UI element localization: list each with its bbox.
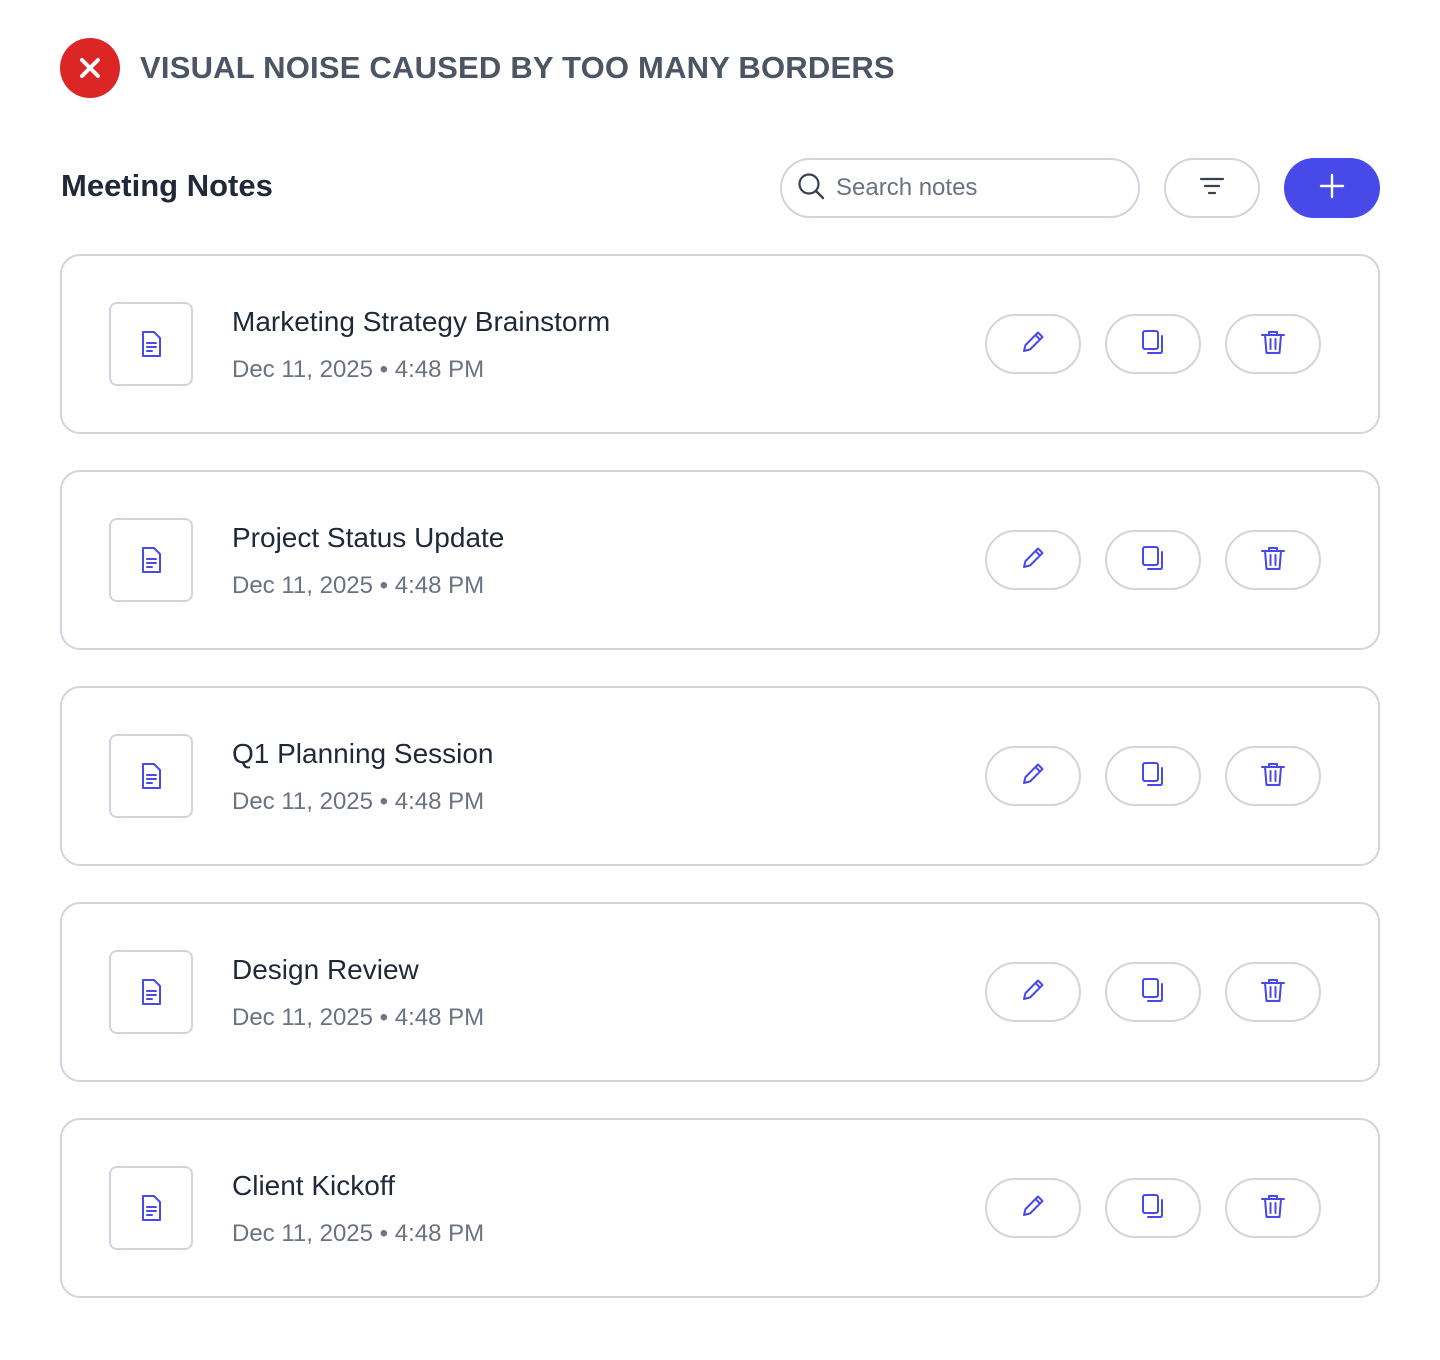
note-timestamp: Dec 11, 2025 • 4:48 PM	[232, 356, 485, 383]
edit-icon	[1018, 1191, 1048, 1226]
document-icon	[109, 302, 193, 386]
search-box[interactable]	[780, 158, 1140, 218]
banner-text: VISUAL NOISE CAUSED BY TOO MANY BORDERS	[140, 50, 895, 85]
copy-icon	[1138, 975, 1168, 1010]
document-icon	[109, 734, 193, 818]
trash-icon	[1258, 975, 1288, 1010]
delete-button[interactable]	[1225, 530, 1321, 590]
edit-icon	[1018, 543, 1048, 578]
page-title: Meeting Notes	[61, 168, 273, 203]
note-timestamp: Dec 11, 2025 • 4:48 PM	[232, 1004, 485, 1031]
note-timestamp: Dec 11, 2025 • 4:48 PM	[232, 1220, 485, 1247]
duplicate-button[interactable]	[1105, 314, 1201, 374]
filter-button[interactable]	[1164, 158, 1260, 218]
document-icon	[109, 518, 193, 602]
note-card[interactable]: Project Status Update Dec 11, 2025 • 4:48…	[60, 470, 1380, 650]
copy-icon	[1138, 327, 1168, 362]
note-title: Marketing Strategy Brainstorm	[232, 306, 611, 337]
note-timestamp: Dec 11, 2025 • 4:48 PM	[232, 788, 485, 815]
edit-button[interactable]	[985, 1178, 1081, 1238]
x-circle-icon	[60, 38, 120, 98]
trash-icon	[1258, 543, 1288, 578]
delete-button[interactable]	[1225, 962, 1321, 1022]
edit-button[interactable]	[985, 314, 1081, 374]
delete-button[interactable]	[1225, 314, 1321, 374]
note-card[interactable]: Q1 Planning Session Dec 11, 2025 • 4:48 P…	[60, 686, 1380, 866]
warning-banner: VISUAL NOISE CAUSED BY TOO MANY BORDERS	[60, 38, 895, 98]
edit-button[interactable]	[985, 746, 1081, 806]
note-card[interactable]: Client Kickoff Dec 11, 2025 • 4:48 PM	[60, 1118, 1380, 1298]
duplicate-button[interactable]	[1105, 1178, 1201, 1238]
copy-icon	[1138, 543, 1168, 578]
duplicate-button[interactable]	[1105, 746, 1201, 806]
add-note-button[interactable]	[1284, 158, 1380, 218]
copy-icon	[1138, 1191, 1168, 1226]
edit-button[interactable]	[985, 962, 1081, 1022]
note-timestamp: Dec 11, 2025 • 4:48 PM	[232, 572, 485, 599]
note-actions	[985, 530, 1321, 590]
edit-icon	[1018, 975, 1048, 1010]
note-actions	[985, 746, 1321, 806]
trash-icon	[1258, 327, 1288, 362]
note-title: Design Review	[232, 954, 419, 985]
search-input[interactable]	[836, 174, 1116, 202]
trash-icon	[1258, 759, 1288, 794]
note-list: Marketing Strategy Brainstorm Dec 11, 202…	[60, 254, 1380, 1334]
trash-icon	[1258, 1191, 1288, 1226]
document-icon	[109, 1166, 193, 1250]
note-actions	[985, 1178, 1321, 1238]
duplicate-button[interactable]	[1105, 530, 1201, 590]
note-card[interactable]: Marketing Strategy Brainstorm Dec 11, 202…	[60, 254, 1380, 434]
note-card[interactable]: Design Review Dec 11, 2025 • 4:48 PM	[60, 902, 1380, 1082]
duplicate-button[interactable]	[1105, 962, 1201, 1022]
plus-icon	[1318, 172, 1346, 205]
note-actions	[985, 314, 1321, 374]
note-title: Project Status Update	[232, 522, 505, 553]
search-icon	[796, 171, 826, 206]
edit-button[interactable]	[985, 530, 1081, 590]
copy-icon	[1138, 759, 1168, 794]
delete-button[interactable]	[1225, 1178, 1321, 1238]
filter-icon	[1199, 176, 1225, 201]
edit-icon	[1018, 327, 1048, 362]
note-actions	[985, 962, 1321, 1022]
note-title: Client Kickoff	[232, 1170, 395, 1201]
delete-button[interactable]	[1225, 746, 1321, 806]
document-icon	[109, 950, 193, 1034]
note-title: Q1 Planning Session	[232, 738, 494, 769]
edit-icon	[1018, 759, 1048, 794]
